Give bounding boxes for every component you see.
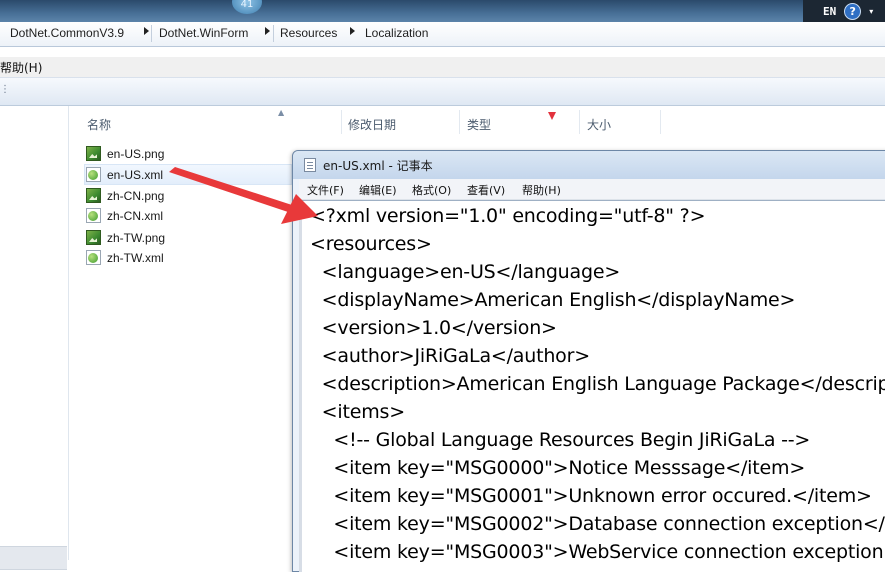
code-line: <item key="MSG0001">Unknown error occure…: [310, 485, 872, 507]
menu-item-help[interactable]: 帮助(H): [522, 182, 561, 198]
file-row[interactable]: zh-CN.xml: [86, 206, 163, 225]
file-row-selected[interactable]: en-US.xml: [84, 164, 292, 185]
menu-item-help[interactable]: 帮助(H): [0, 59, 42, 76]
column-header-date[interactable]: 修改日期: [348, 116, 396, 133]
image-file-icon: [86, 230, 101, 245]
horizontal-scroll-edge[interactable]: [299, 201, 302, 572]
file-name: en-US.png: [107, 146, 165, 161]
code-line: <?xml version="1.0" encoding="utf-8" ?>: [310, 205, 706, 227]
tray-caret-icon[interactable]: ▾: [869, 7, 873, 16]
file-row[interactable]: en-US.png: [86, 144, 164, 163]
menu-item-view[interactable]: 查看(V): [467, 182, 505, 198]
notepad-icon: [304, 158, 316, 172]
column-separator[interactable]: [341, 110, 342, 134]
window-top-bar: 41 EN ? ▾: [0, 0, 885, 22]
notepad-menu-bar: 文件(F) 编辑(E) 格式(O) 查看(V) 帮助(H): [299, 179, 885, 200]
file-list-header: ▲ 名称 修改日期 类型 大小: [69, 106, 885, 136]
column-header-type[interactable]: 类型: [467, 116, 491, 133]
breadcrumb-item[interactable]: DotNet.CommonV3.9: [10, 26, 124, 40]
image-file-icon: [86, 146, 101, 161]
breadcrumb-separator: [273, 25, 274, 42]
column-separator[interactable]: [660, 110, 661, 134]
breadcrumb-arrow-icon[interactable]: [265, 27, 270, 35]
file-row[interactable]: zh-TW.xml: [86, 248, 164, 267]
file-row[interactable]: zh-TW.png: [86, 228, 165, 247]
menu-item-file[interactable]: 文件(F): [307, 182, 344, 198]
breadcrumb-arrow-icon[interactable]: [144, 27, 149, 35]
code-line: <item key="MSG0002">Database connection …: [310, 513, 885, 535]
column-header-size[interactable]: 大小: [587, 116, 611, 133]
nav-item-selected[interactable]: [0, 546, 67, 570]
explorer-menu-bar: 帮助(H): [0, 57, 885, 78]
menu-item-edit[interactable]: 编辑(E): [359, 182, 397, 198]
xml-file-icon: [86, 208, 101, 223]
toolbar-overflow-icon[interactable]: ⋮: [0, 84, 10, 95]
language-tray[interactable]: EN ? ▾: [803, 0, 885, 22]
breadcrumb-item[interactable]: Localization: [365, 26, 428, 40]
breadcrumb-item[interactable]: DotNet.WinForm: [159, 26, 248, 40]
column-header-name[interactable]: 名称: [87, 116, 111, 133]
sort-ascending-icon[interactable]: ▲: [278, 108, 284, 117]
navigation-pane[interactable]: [0, 106, 69, 570]
column-separator[interactable]: [459, 110, 460, 134]
taskbar-orb[interactable]: 41: [232, 0, 262, 14]
xml-file-icon: [86, 167, 101, 182]
language-indicator[interactable]: EN: [823, 5, 836, 18]
code-line: <resources>: [310, 233, 432, 255]
file-name: zh-TW.png: [107, 230, 166, 245]
image-file-icon: [86, 188, 101, 203]
file-name: zh-TW.xml: [107, 250, 164, 265]
breadcrumb-arrow-icon[interactable]: [350, 27, 355, 35]
address-bar[interactable]: DotNet.CommonV3.9 DotNet.WinForm Resourc…: [0, 22, 885, 47]
notepad-text-area[interactable]: <?xml version="1.0" encoding="utf-8" ?> …: [299, 200, 885, 572]
code-line: <item key="MSG0000">Notice Messsage</ite…: [310, 457, 806, 479]
notepad-title: en-US.xml - 记事本: [323, 159, 433, 173]
code-line: <!-- Global Language Resources Begin JiR…: [310, 429, 811, 451]
notepad-title-bar[interactable]: en-US.xml - 记事本: [293, 151, 885, 179]
file-row[interactable]: zh-CN.png: [86, 186, 164, 205]
code-line: <author>JiRiGaLa</author>: [310, 345, 590, 367]
xml-file-icon: [86, 250, 101, 265]
red-marker-icon: [548, 112, 556, 120]
file-name: zh-CN.xml: [107, 208, 163, 223]
file-name: zh-CN.png: [107, 188, 165, 203]
code-line: <displayName>American English</displayNa…: [310, 289, 796, 311]
explorer-toolbar: ⋮: [0, 78, 885, 106]
breadcrumb-item[interactable]: Resources: [280, 26, 337, 40]
notepad-window[interactable]: en-US.xml - 记事本 文件(F) 编辑(E) 格式(O) 查看(V) …: [292, 150, 885, 572]
code-line: <items>: [310, 401, 405, 423]
help-icon[interactable]: ?: [844, 2, 862, 20]
code-line: <version>1.0</version>: [310, 317, 557, 339]
code-line: <description>American English Language P…: [310, 373, 885, 395]
breadcrumb-separator: [151, 25, 152, 42]
file-name: en-US.xml: [107, 167, 164, 182]
column-separator[interactable]: [579, 110, 580, 134]
code-line: <language>en-US</language>: [310, 261, 621, 283]
menu-item-format[interactable]: 格式(O): [412, 182, 451, 198]
